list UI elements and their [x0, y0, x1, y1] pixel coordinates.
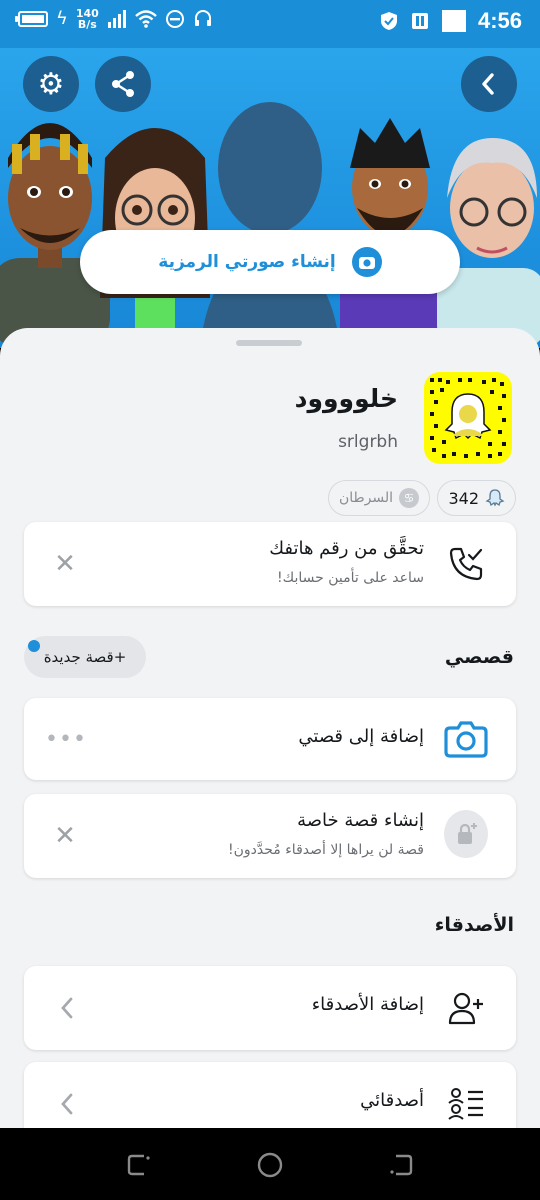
ghost-icon [430, 378, 506, 458]
chevron-left-icon [52, 1086, 82, 1122]
close-icon: ✕ [54, 821, 76, 851]
snap-score-pill[interactable]: 342 [437, 480, 516, 516]
new-badge-dot [28, 640, 40, 652]
system-navigation-bar [0, 1128, 540, 1200]
chevron-right-icon [482, 73, 494, 95]
shield-icon [380, 12, 397, 30]
empty-bitmoji-silhouette [200, 102, 340, 348]
add-friend-icon [444, 986, 488, 1030]
network-speed: 140 B/s [76, 8, 99, 30]
add-friends-label: إضافة الأصدقاء [311, 994, 424, 1015]
bitmoji-hero-banner: ⚙ إنشاء صورتي الرمزية [0, 48, 540, 348]
new-story-button[interactable]: +قصة جديدة [24, 636, 146, 678]
share-icon [112, 71, 134, 97]
verify-phone-card[interactable]: تحقَّق من رقم هاتفك ساعد على تأمين حسابك… [24, 522, 516, 606]
friends-list-icon [444, 1082, 488, 1126]
status-bar: ϟ 140 B/s 4:56 [0, 0, 540, 48]
camera-icon [351, 247, 382, 277]
private-story-card[interactable]: إنشاء قصة خاصة قصة لن يراها إلا أصدقاء م… [24, 794, 516, 878]
private-story-title: إنشاء قصة خاصة [297, 810, 424, 831]
close-icon: ✕ [54, 549, 76, 579]
back-nav-button[interactable] [386, 1150, 416, 1180]
chevron-left-icon [52, 990, 82, 1026]
gear-icon: ⚙ [37, 66, 65, 102]
signal-icon [107, 10, 126, 28]
network-speed-unit: B/s [77, 18, 97, 31]
add-to-story-card[interactable]: إضافة إلى قصتي ••• [24, 698, 516, 780]
drag-handle[interactable] [236, 340, 302, 346]
my-friends-row[interactable]: أصدقائي [24, 1062, 516, 1128]
private-story-subtitle: قصة لن يراها إلا أصدقاء مُحدَّدون! [228, 842, 424, 858]
bitmoji-avatar-2 [100, 128, 210, 348]
add-to-story-label: إضافة إلى قصتي [298, 726, 424, 747]
profile-sheet: خلوووود srlgrbh 342 ♋ السرطان تحقَّق من … [0, 328, 540, 1128]
dismiss-private-story-button[interactable]: ✕ [48, 819, 82, 853]
home-nav-button[interactable] [255, 1150, 285, 1180]
my-stories-heading: قصصي [444, 646, 514, 668]
dismiss-verify-button[interactable]: ✕ [48, 547, 82, 581]
username: srlgrbh [338, 432, 398, 452]
settings-button[interactable]: ⚙ [23, 56, 79, 112]
friends-heading: الأصدقاء [434, 914, 514, 936]
verify-phone-title: تحقَّق من رقم هاتفك [269, 538, 424, 559]
notification-square-icon [441, 10, 466, 32]
bitmoji-avatar-4 [340, 118, 440, 348]
zodiac-label: السرطان [338, 490, 393, 506]
my-friends-label: أصدقائي [360, 1090, 424, 1111]
zodiac-pill[interactable]: ♋ السرطان [327, 480, 430, 516]
display-name: خلوووود [294, 384, 398, 413]
bitmoji-avatar-1 [0, 123, 110, 348]
headset-icon [194, 10, 211, 26]
app-notification-icon [411, 13, 428, 29]
do-not-disturb-icon [165, 10, 184, 28]
phone-check-icon [444, 542, 488, 586]
clock: 4:56 [477, 8, 522, 33]
charging-icon: ϟ [56, 8, 68, 29]
wifi-icon [135, 10, 157, 28]
snap-score-value: 342 [448, 488, 479, 508]
more-horizontal-icon: ••• [45, 726, 87, 752]
cancer-zodiac-icon: ♋ [399, 488, 419, 508]
verify-phone-subtitle: ساعد على تأمين حسابك! [277, 570, 424, 586]
battery-icon [15, 11, 48, 27]
bitmoji-avatar-5 [437, 138, 540, 348]
add-friends-row[interactable]: إضافة الأصدقاء [24, 966, 516, 1050]
create-bitmoji-button[interactable]: إنشاء صورتي الرمزية [80, 230, 460, 294]
create-bitmoji-label: إنشاء صورتي الرمزية [158, 252, 336, 272]
share-profile-button[interactable] [95, 56, 151, 112]
lock-plus-icon [444, 810, 488, 858]
private-story-icon-wrap [444, 810, 488, 858]
ghost-outline-icon [485, 489, 505, 507]
snapcode[interactable] [424, 372, 512, 464]
back-button[interactable] [461, 56, 517, 112]
story-camera-icon [444, 717, 488, 761]
story-options-button[interactable]: ••• [45, 724, 87, 754]
recents-nav-button[interactable] [124, 1150, 154, 1180]
